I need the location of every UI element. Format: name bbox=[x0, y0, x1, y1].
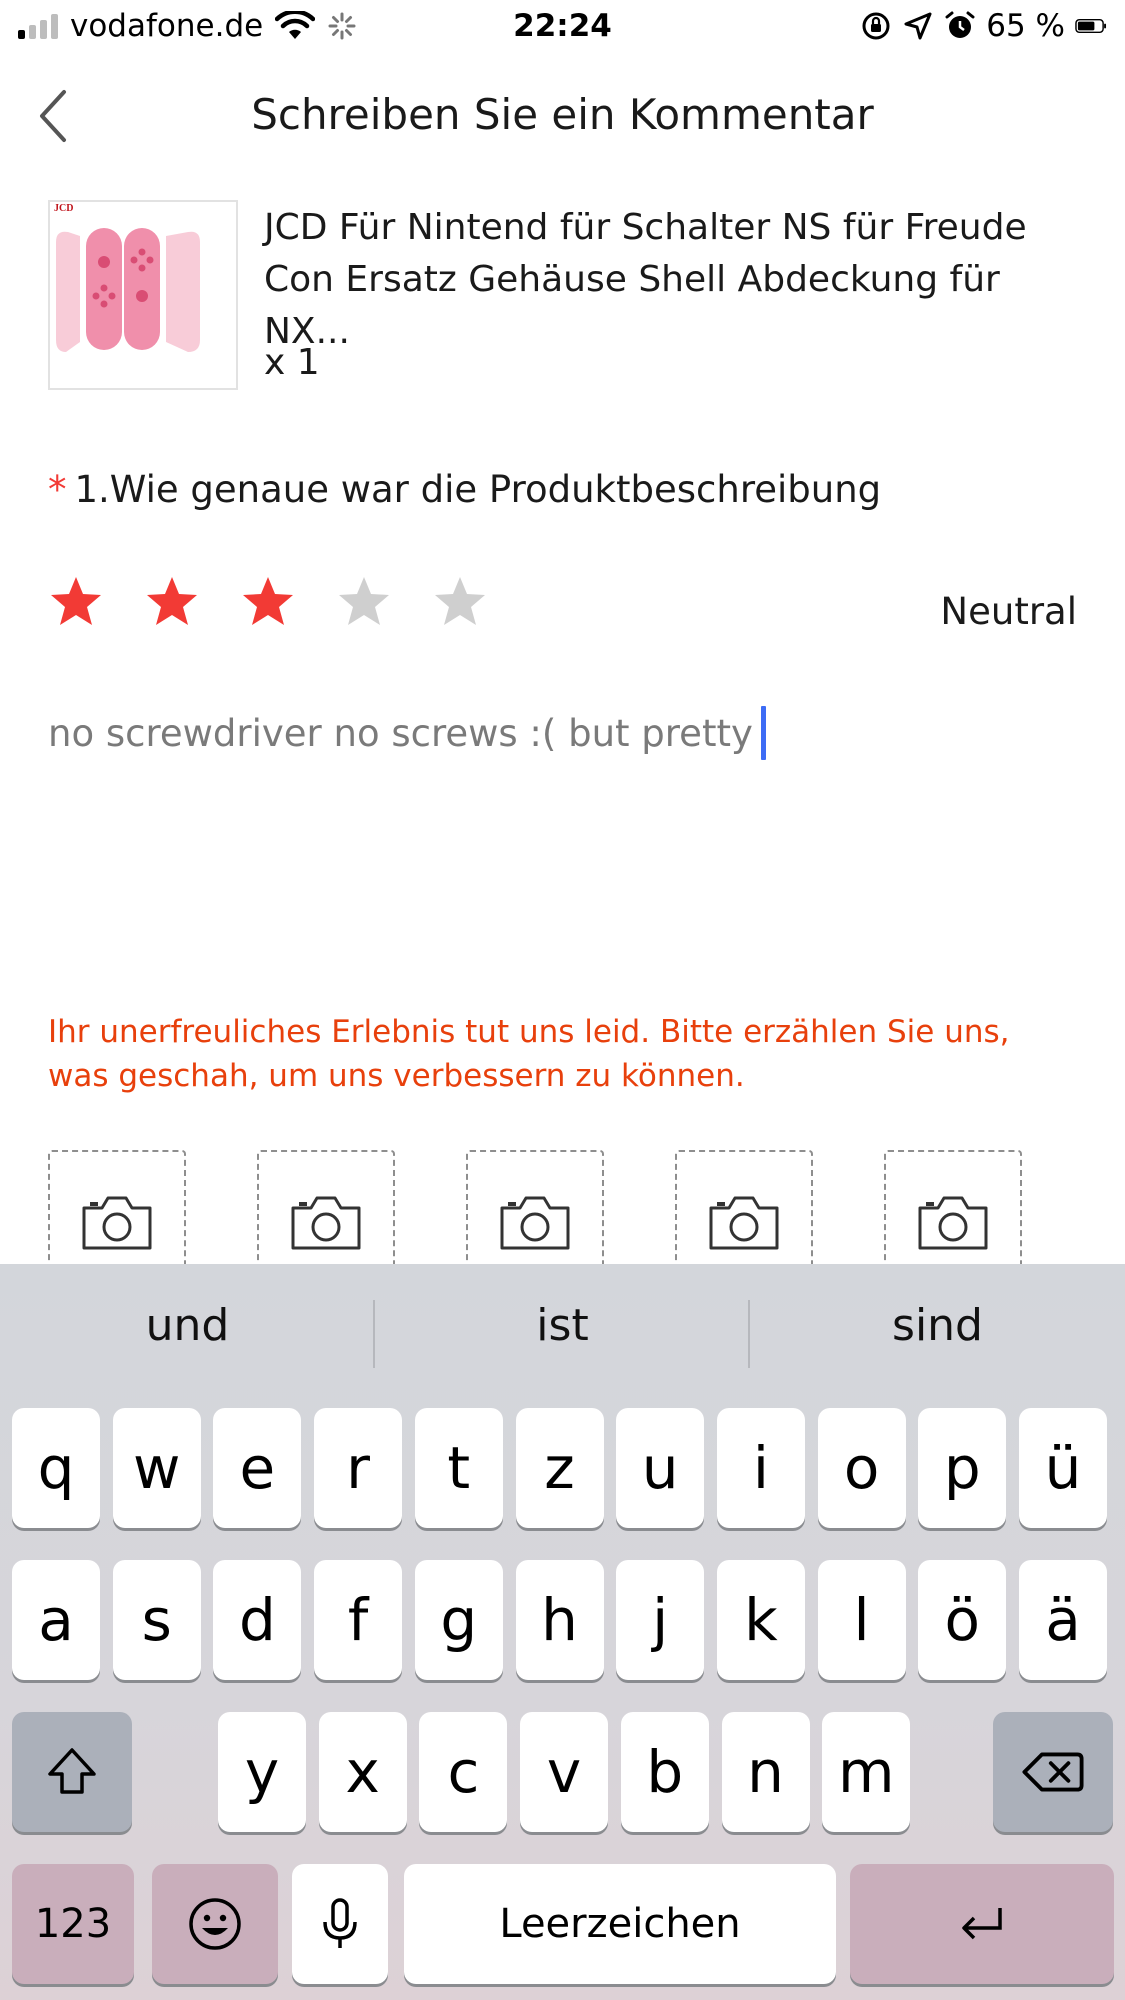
suggestion-3[interactable]: sind bbox=[750, 1300, 1125, 1351]
key-r[interactable]: r bbox=[314, 1408, 403, 1528]
return-arrow-icon bbox=[962, 1908, 1002, 1940]
battery-icon bbox=[1075, 18, 1107, 34]
key-j[interactable]: j bbox=[616, 1560, 705, 1680]
camera-icon bbox=[500, 1196, 570, 1250]
joycon-shell-image: JCD bbox=[54, 203, 200, 352]
key-a[interactable]: a bbox=[12, 1560, 100, 1680]
page-title: Schreiben Sie ein Kommentar bbox=[251, 90, 874, 139]
suggestion-1[interactable]: und bbox=[0, 1300, 375, 1351]
key-s[interactable]: s bbox=[112, 1560, 201, 1680]
key-h[interactable]: h bbox=[515, 1560, 604, 1680]
key-b[interactable]: b bbox=[620, 1712, 709, 1832]
dictation-key[interactable] bbox=[292, 1864, 388, 1984]
key-d[interactable]: d bbox=[213, 1560, 302, 1680]
onscreen-keyboard: und ist sind 123 Leerzeichen q w e r t z… bbox=[0, 1264, 1125, 2000]
return-key[interactable] bbox=[850, 1864, 1114, 1984]
key-l[interactable]: l bbox=[817, 1560, 906, 1680]
location-arrow-icon bbox=[904, 12, 932, 40]
suggestion-2[interactable]: ist bbox=[375, 1300, 750, 1351]
status-bar: vodafone.de 22:24 65 % bbox=[0, 0, 1125, 56]
key-m[interactable]: m bbox=[822, 1712, 911, 1832]
star-4-icon[interactable] bbox=[336, 574, 392, 630]
thumb-brand-text: JCD bbox=[54, 203, 73, 214]
key-z[interactable]: z bbox=[515, 1408, 604, 1528]
comment-input[interactable]: no screwdriver no screws :( but pretty bbox=[48, 706, 766, 760]
navigation-bar: Schreiben Sie ein Kommentar bbox=[0, 70, 1125, 160]
star-rating[interactable] bbox=[48, 574, 488, 630]
rating-question-text: 1.Wie genaue war die Produktbeschreibung bbox=[74, 468, 882, 511]
numbers-key[interactable]: 123 bbox=[12, 1864, 134, 1984]
camera-icon bbox=[82, 1196, 152, 1250]
product-quantity: x 1 bbox=[264, 342, 320, 383]
star-5-icon[interactable] bbox=[432, 574, 488, 630]
key-n[interactable]: n bbox=[721, 1712, 810, 1832]
text-cursor bbox=[760, 706, 766, 760]
backspace-key[interactable] bbox=[993, 1712, 1113, 1832]
emoji-icon bbox=[189, 1898, 241, 1950]
key-g[interactable]: g bbox=[414, 1560, 503, 1680]
emoji-key[interactable] bbox=[152, 1864, 278, 1984]
camera-icon bbox=[918, 1196, 988, 1250]
orientation-lock-icon bbox=[862, 12, 890, 40]
alarm-icon bbox=[945, 11, 975, 38]
key-c[interactable]: c bbox=[419, 1712, 508, 1832]
product-thumbnail: JCD bbox=[48, 200, 238, 390]
camera-icon bbox=[291, 1196, 361, 1250]
key-e[interactable]: e bbox=[213, 1408, 302, 1528]
product-summary: JCD JCD Für Nintend für Schalter NS für … bbox=[48, 200, 1078, 390]
battery-percentage: 65 % bbox=[986, 8, 1065, 44]
camera-icon bbox=[709, 1196, 779, 1250]
key-ö[interactable]: ö bbox=[918, 1560, 1007, 1680]
key-ü[interactable]: ü bbox=[1019, 1408, 1107, 1528]
key-u[interactable]: u bbox=[616, 1408, 705, 1528]
microphone-icon bbox=[323, 1898, 357, 1948]
activity-spinner-icon bbox=[328, 12, 356, 40]
key-q[interactable]: q bbox=[12, 1408, 100, 1528]
rating-question: * 1.Wie genaue war die Produktbeschreibun… bbox=[48, 468, 881, 511]
shift-key[interactable] bbox=[12, 1712, 132, 1832]
key-v[interactable]: v bbox=[520, 1712, 609, 1832]
key-ä[interactable]: ä bbox=[1019, 1560, 1107, 1680]
space-key[interactable]: Leerzeichen bbox=[404, 1864, 836, 1984]
shift-arrow-icon bbox=[48, 1748, 96, 1794]
cellular-signal-icon bbox=[18, 13, 58, 39]
product-title: JCD Für Nintend für Schalter NS für Freu… bbox=[264, 207, 1027, 352]
star-3-icon[interactable] bbox=[240, 574, 296, 630]
key-k[interactable]: k bbox=[716, 1560, 805, 1680]
key-t[interactable]: t bbox=[414, 1408, 503, 1528]
key-o[interactable]: o bbox=[817, 1408, 906, 1528]
key-x[interactable]: x bbox=[318, 1712, 407, 1832]
key-w[interactable]: w bbox=[112, 1408, 201, 1528]
backspace-icon bbox=[1022, 1752, 1084, 1792]
rating-label: Neutral bbox=[940, 590, 1077, 633]
key-p[interactable]: p bbox=[918, 1408, 1007, 1528]
key-y[interactable]: y bbox=[218, 1712, 306, 1832]
wifi-icon bbox=[275, 11, 316, 39]
key-f[interactable]: f bbox=[314, 1560, 403, 1680]
comment-text: no screwdriver no screws :( but pretty bbox=[48, 711, 753, 755]
feedback-notice: Ihr unerfreuliches Erlebnis tut uns leid… bbox=[48, 1014, 1010, 1094]
carrier-name: vodafone.de bbox=[70, 8, 264, 44]
star-2-icon[interactable] bbox=[144, 574, 200, 630]
suggestion-bar: und ist sind bbox=[0, 1264, 1125, 1402]
key-i[interactable]: i bbox=[716, 1408, 805, 1528]
required-marker: * bbox=[48, 468, 67, 511]
star-1-icon[interactable] bbox=[48, 574, 104, 630]
photo-upload-row bbox=[48, 1150, 1078, 1290]
